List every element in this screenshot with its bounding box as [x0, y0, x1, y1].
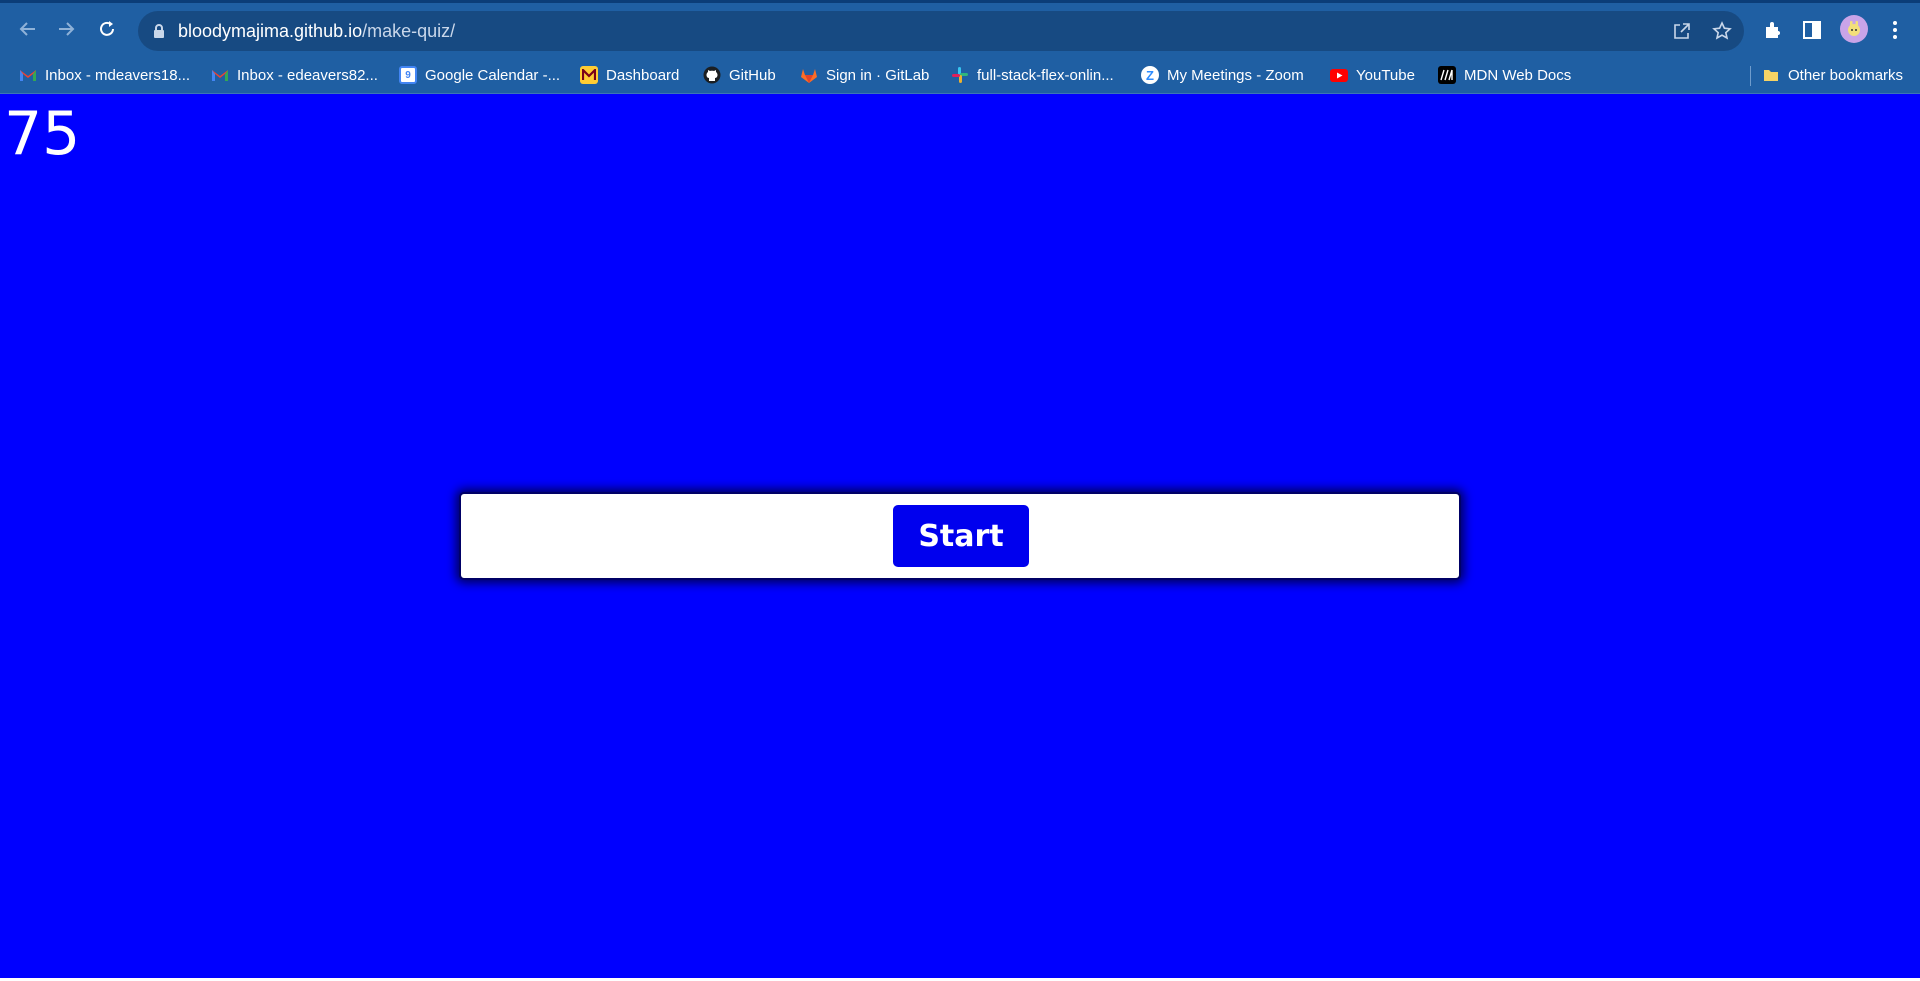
start-card: Start: [459, 492, 1461, 580]
quiz-page: 75 Start: [0, 94, 1920, 981]
address-bar[interactable]: bloodymajima.github.io/make-quiz/: [138, 11, 1744, 51]
bookmark-label: Sign in · GitLab: [826, 66, 930, 84]
github-icon: [703, 66, 721, 84]
gmail-icon: [19, 66, 37, 84]
gitlab-icon: [800, 66, 818, 84]
browser-window: bloodymajima.github.io/make-quiz/ Inbox …: [0, 0, 1920, 981]
youtube-icon: [1330, 66, 1348, 84]
start-button[interactable]: Start: [893, 505, 1029, 567]
bookmark-gitlab[interactable]: Sign in · GitLab: [800, 62, 929, 88]
url-host: bloodymajima.github.io: [178, 21, 363, 41]
reload-icon[interactable]: [95, 17, 119, 41]
url-text: bloodymajima.github.io/make-quiz/: [178, 21, 455, 42]
umn-icon: [580, 66, 598, 84]
extensions-icon[interactable]: [1762, 19, 1784, 41]
bookmark-github[interactable]: GitHub: [703, 62, 776, 88]
bookmark-label: Google Calendar -...: [425, 66, 561, 84]
gmail-icon: [211, 66, 229, 84]
bookmark-label: Inbox - mdeavers18...: [45, 66, 191, 84]
lock-icon: [152, 23, 166, 44]
bookmark-inbox-edeavers[interactable]: Inbox - edeavers82...: [211, 62, 378, 88]
other-bookmarks-label: Other bookmarks: [1788, 66, 1904, 84]
bookmark-google-calendar[interactable]: 9 Google Calendar -...: [399, 62, 560, 88]
google-calendar-icon: 9: [399, 66, 417, 84]
other-bookmarks-folder[interactable]: Other bookmarks: [1762, 62, 1903, 88]
bookmark-label: My Meetings - Zoom: [1167, 66, 1304, 84]
bookmarks-divider: [1750, 66, 1751, 86]
bookmark-inbox-mdeavers[interactable]: Inbox - mdeavers18...: [19, 62, 190, 88]
bookmark-label: MDN Web Docs: [1464, 66, 1572, 84]
bookmark-zoom[interactable]: Z My Meetings - Zoom: [1141, 62, 1304, 88]
bookmark-star-icon[interactable]: [1712, 21, 1732, 41]
profile-avatar-icon[interactable]: [1840, 15, 1868, 43]
forward-icon[interactable]: [54, 17, 78, 41]
bookmarks-bar: Inbox - mdeavers18... Inbox - edeavers82…: [0, 56, 1920, 94]
mdn-icon: [1438, 66, 1456, 84]
bookmark-label: YouTube: [1356, 66, 1415, 84]
browser-toolbar: bloodymajima.github.io/make-quiz/: [0, 0, 1920, 56]
back-icon[interactable]: [16, 17, 40, 41]
bookmark-label: Inbox - edeavers82...: [237, 66, 378, 84]
bookmark-label: Dashboard: [606, 66, 680, 84]
bookmark-slack[interactable]: full-stack-flex-onlin...: [951, 62, 1114, 88]
url-path: /make-quiz/: [362, 21, 456, 41]
share-icon[interactable]: [1672, 21, 1692, 41]
zoom-icon: Z: [1141, 66, 1159, 84]
side-panel-icon[interactable]: [1801, 19, 1823, 41]
bookmark-dashboard[interactable]: Dashboard: [580, 62, 679, 88]
folder-icon: [1762, 66, 1780, 84]
timer-display: 75: [4, 99, 81, 169]
bookmark-youtube[interactable]: YouTube: [1330, 62, 1415, 88]
bookmark-mdn[interactable]: MDN Web Docs: [1438, 62, 1571, 88]
menu-kebab-icon[interactable]: [1884, 19, 1906, 41]
slack-icon: [951, 66, 969, 84]
bookmark-label: full-stack-flex-onlin...: [977, 66, 1114, 84]
bookmark-label: GitHub: [729, 66, 776, 84]
